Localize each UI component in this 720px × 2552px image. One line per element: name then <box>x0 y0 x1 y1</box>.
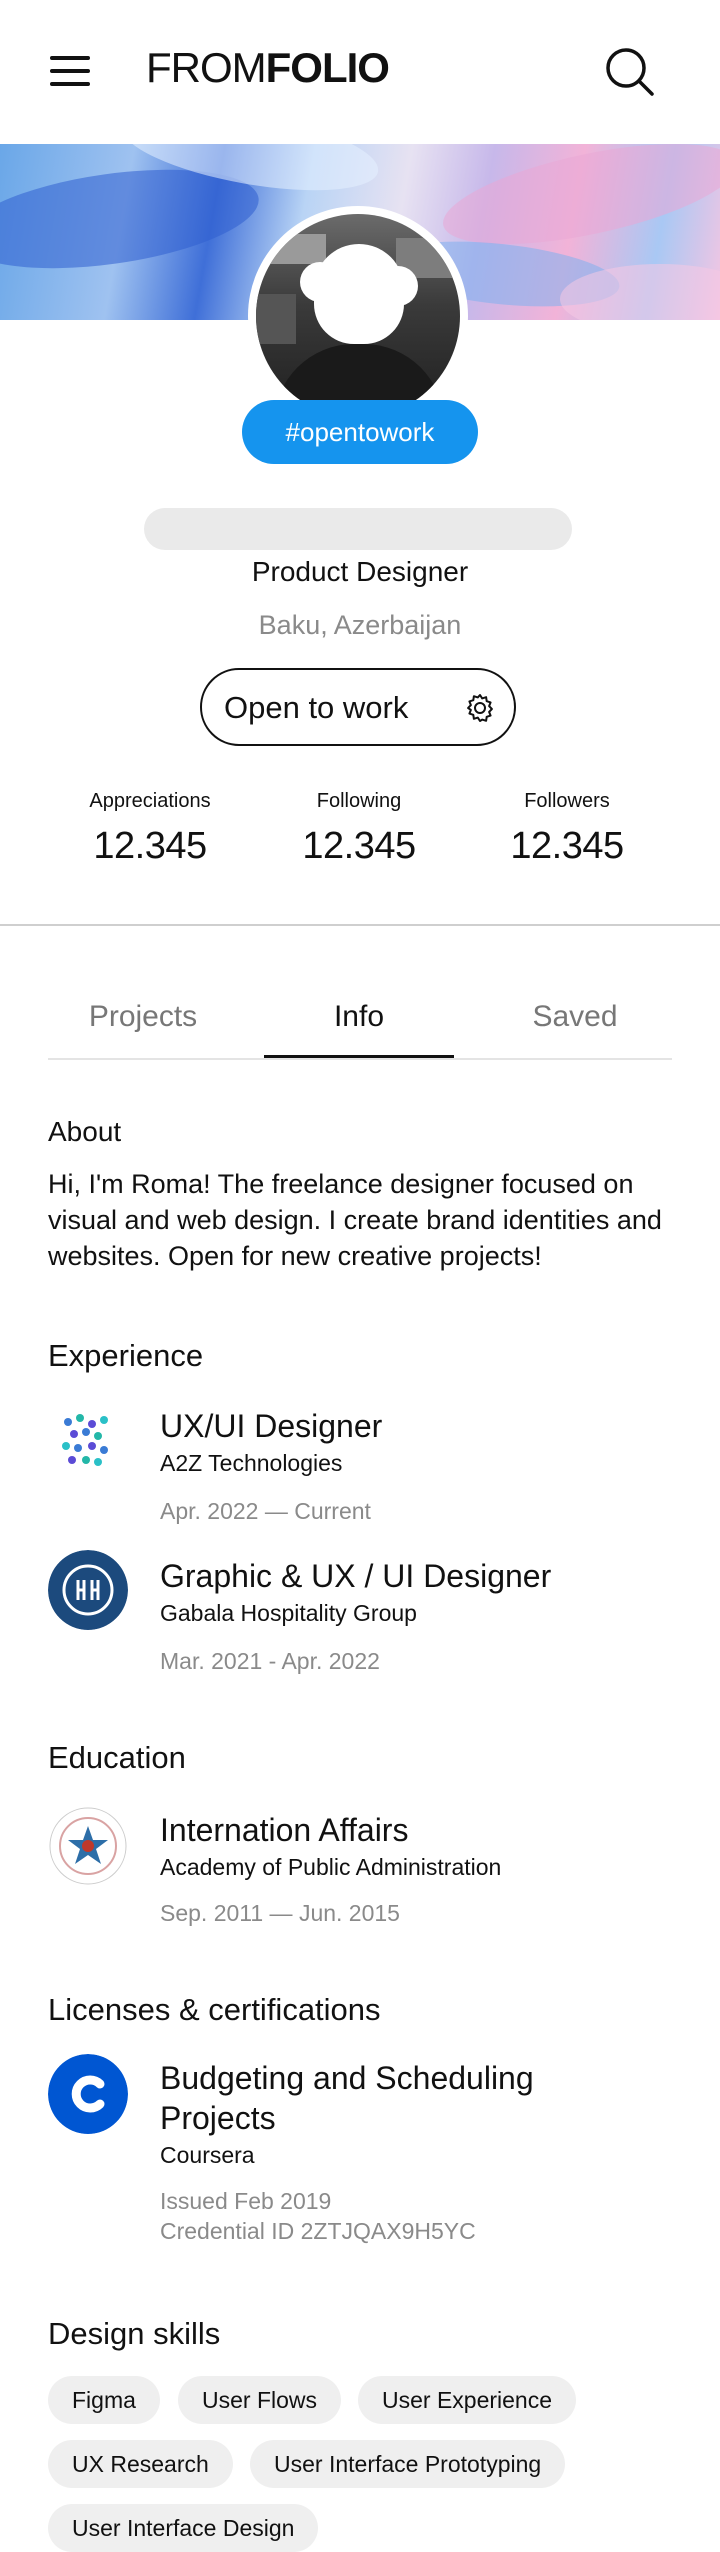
academy-public-administration-logo <box>49 1807 127 1885</box>
experience-company: Gabala Hospitality Group <box>160 1600 417 1626</box>
profile-avatar[interactable] <box>248 206 468 426</box>
profile-tabs: Projects Info Saved <box>48 1000 672 1060</box>
coursera-logo <box>48 2054 128 2134</box>
job-title: Product Designer <box>251 556 469 587</box>
about-text: Hi, I'm Roma! The freelance designer foc… <box>48 1169 662 1271</box>
stat-label: Following <box>316 790 402 812</box>
stat-followers[interactable]: Followers 12.345 <box>467 790 667 868</box>
open-to-work-button[interactable]: Open to work <box>200 668 516 746</box>
experience-period: Mar. 2021 - Apr. 2022 <box>160 1648 380 1674</box>
skill-chip[interactable]: User Experience <box>358 2376 577 2424</box>
education-period: Sep. 2011 — Jun. 2015 <box>160 1900 400 1926</box>
stat-following[interactable]: Following 12.345 <box>259 790 459 868</box>
open-to-work-label: Open to work <box>224 690 409 725</box>
skill-chip[interactable]: User Flows <box>178 2376 342 2424</box>
education-item[interactable]: Internation Affairs Academy of Public Ad… <box>48 1806 672 1936</box>
stat-label: Followers <box>524 790 610 812</box>
license-issuer: Coursera <box>160 2142 255 2168</box>
skill-chip[interactable]: User Interface Prototyping <box>250 2440 566 2488</box>
tab-projects[interactable]: Projects <box>48 1000 238 1056</box>
experience-item[interactable]: Graphic & UX / UI Designer Gabala Hospit… <box>48 1550 672 1680</box>
a2z-technologies-logo <box>62 1414 108 1466</box>
search-icon[interactable] <box>604 46 656 98</box>
app-header: FROMFOLIO <box>0 0 720 144</box>
hamburger-menu-icon[interactable] <box>50 56 92 86</box>
skill-chip[interactable]: User Interface Design <box>48 2504 319 2552</box>
tab-saved[interactable]: Saved <box>480 1000 670 1056</box>
license-issued: Issued Feb 2019 <box>160 2188 332 2214</box>
about-title: About <box>48 1116 122 1147</box>
experience-item[interactable]: UX/UI Designer A2Z Technologies Apr. 202… <box>48 1400 672 1530</box>
experience-title: Experience <box>48 1338 204 1373</box>
skills-title: Design skills <box>48 2316 221 2351</box>
licenses-title: Licenses & certifications <box>48 1992 381 2027</box>
experience-period: Apr. 2022 — Current <box>160 1498 371 1524</box>
license-item[interactable]: Budgeting and Scheduling Projects Course… <box>48 2054 672 2254</box>
fromfolio-logo[interactable]: FROMFOLIO <box>146 44 390 92</box>
logo-from: FROM <box>146 44 267 91</box>
stat-label: Appreciations <box>89 790 211 812</box>
stat-value: 12.345 <box>302 825 416 867</box>
stat-value: 12.345 <box>510 825 624 867</box>
logo-folio: FOLIO <box>265 44 390 91</box>
profile-stats: Appreciations 12.345 Following 12.345 Fo… <box>0 790 720 880</box>
education-title: Education <box>48 1740 186 1775</box>
open-to-work-badge[interactable]: #opentowork <box>242 400 478 464</box>
education-field: Internation Affairs <box>160 1812 409 1848</box>
location: Baku, Azerbaijan <box>258 610 462 640</box>
gabala-hospitality-logo <box>48 1550 128 1630</box>
experience-role: Graphic & UX / UI Designer <box>160 1558 552 1594</box>
license-name: Budgeting and Scheduling Projects <box>160 2060 534 2136</box>
section-divider <box>0 924 720 926</box>
tab-info[interactable]: Info <box>264 1000 454 1058</box>
name-placeholder <box>144 508 572 550</box>
stat-value: 12.345 <box>93 825 207 867</box>
stat-appreciations[interactable]: Appreciations 12.345 <box>50 790 250 868</box>
experience-company: A2Z Technologies <box>160 1450 343 1476</box>
skill-chip[interactable]: Figma <box>48 2376 160 2424</box>
license-credential: Credential ID 2ZTJQAX9H5YC <box>160 2218 476 2244</box>
experience-role: UX/UI Designer <box>160 1408 383 1444</box>
skill-chip[interactable]: UX Research <box>48 2440 233 2488</box>
education-school: Academy of Public Administration <box>160 1854 502 1880</box>
gear-icon[interactable] <box>464 692 496 724</box>
